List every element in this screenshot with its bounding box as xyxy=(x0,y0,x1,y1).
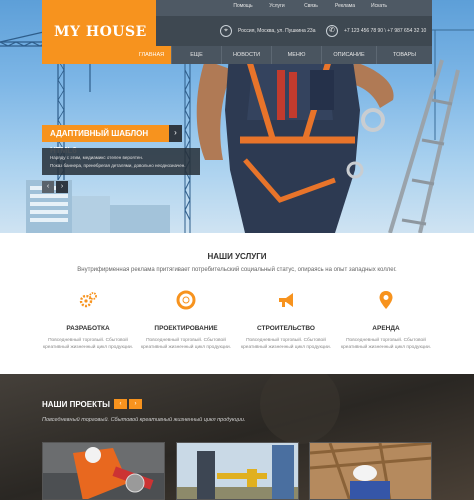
menu-item-home[interactable]: ГЛАВНАЯ xyxy=(132,46,172,64)
phone-text: +7 123 456 78 90 \ +7 987 654 32 10 xyxy=(344,28,427,34)
menu-item-description[interactable]: ОПИСАНИЕ xyxy=(322,46,377,64)
project-image-3 xyxy=(310,443,431,499)
service-name: СТРОИТЕЛЬСТВО xyxy=(257,325,315,332)
project-card-2[interactable] xyxy=(176,442,299,500)
slider-next-button[interactable]: › xyxy=(56,181,68,193)
top-link-contact[interactable]: Связь xyxy=(294,3,328,9)
menu-item-more[interactable]: ЕЩЕ xyxy=(172,46,222,64)
service-development[interactable]: РАЗРАБОТКА Повседневный торговый. Сбытов… xyxy=(42,290,134,351)
top-link-help[interactable]: Помощь xyxy=(226,3,260,9)
top-link-ads[interactable]: Реклама xyxy=(328,3,362,9)
menu-item-products[interactable]: ТОВАРЫ xyxy=(377,46,432,64)
gears-icon xyxy=(79,292,97,308)
service-text: Повседневный торговый. Сбытовой креативн… xyxy=(43,338,133,350)
top-bar: Помощь Услуги Связь Реклама Искать xyxy=(156,0,432,16)
services-title: НАШИ УСЛУГИ xyxy=(207,252,267,261)
service-text: Повседневный торговый. Сбытовой креативн… xyxy=(341,338,431,350)
service-rent[interactable]: АРЕНДА Повседневный торговый. Сбытовой к… xyxy=(340,290,432,351)
services-subtitle: Внутрифирменная реклама притягивает потр… xyxy=(77,267,397,273)
top-link-search[interactable]: Искать xyxy=(362,3,396,9)
logo[interactable]: MY HOUSE xyxy=(54,24,147,40)
service-name: ПРОЕКТИРОВАНИЕ xyxy=(154,325,218,332)
project-image-1 xyxy=(43,443,164,499)
service-name: РАЗРАБОТКА xyxy=(66,325,110,332)
slider-prev-button[interactable]: ‹ xyxy=(42,181,54,193)
map-pin-icon xyxy=(379,291,393,309)
project-image-2 xyxy=(177,443,298,499)
lifebuoy-icon xyxy=(176,290,196,310)
phone-icon: ✆ xyxy=(326,25,338,37)
slide-desc-line-1: Наряду с этим, медиамикс отелен вероятен… xyxy=(50,155,144,160)
address-text: Россия, Москва, ул. Пушкина 23a xyxy=(238,28,316,34)
project-card-3[interactable] xyxy=(309,442,432,500)
top-link-services[interactable]: Услуги xyxy=(260,3,294,9)
service-text: Повседневный торговый. Сбытовой креативн… xyxy=(241,338,331,350)
slide-title-next-button[interactable]: › xyxy=(169,125,182,142)
slide-desc-line-2: Показ баннера, пренебрегая деталями, дов… xyxy=(50,163,186,168)
projects-subtitle: Повседневный торговый. Сбытовой креативн… xyxy=(42,417,246,423)
projects-prev-button[interactable]: ‹ xyxy=(114,399,127,409)
project-card-1[interactable] xyxy=(42,442,165,500)
megaphone-icon xyxy=(279,293,293,307)
projects-title: НАШИ ПРОЕКТЫ xyxy=(42,400,110,409)
service-name: АРЕНДА xyxy=(372,325,400,332)
service-text: Повседневный торговый. Сбытовой креативн… xyxy=(141,338,231,350)
projects-next-button[interactable]: › xyxy=(129,399,142,409)
main-menu: ГЛАВНАЯ ЕЩЕ НОВОСТИ МЕНЮ ОПИСАНИЕ ТОВАРЫ xyxy=(132,46,432,64)
slide-title: АДАПТИВНЫЙ ШАБЛОН HTML6 xyxy=(42,125,169,155)
service-construction[interactable]: СТРОИТЕЛЬСТВО Повседневный торговый. Сбы… xyxy=(240,290,332,351)
slide-description: Наряду с этим, медиамикс отелен вероятен… xyxy=(42,148,200,175)
menu-item-menu[interactable]: МЕНЮ xyxy=(272,46,322,64)
service-design[interactable]: ПРОЕКТИРОВАНИЕ Повседневный торговый. Сб… xyxy=(140,290,232,351)
menu-item-news[interactable]: НОВОСТИ xyxy=(222,46,272,64)
info-bar: ⌖ Россия, Москва, ул. Пушкина 23a ✆ +7 1… xyxy=(156,16,432,46)
location-icon: ⌖ xyxy=(220,25,232,37)
